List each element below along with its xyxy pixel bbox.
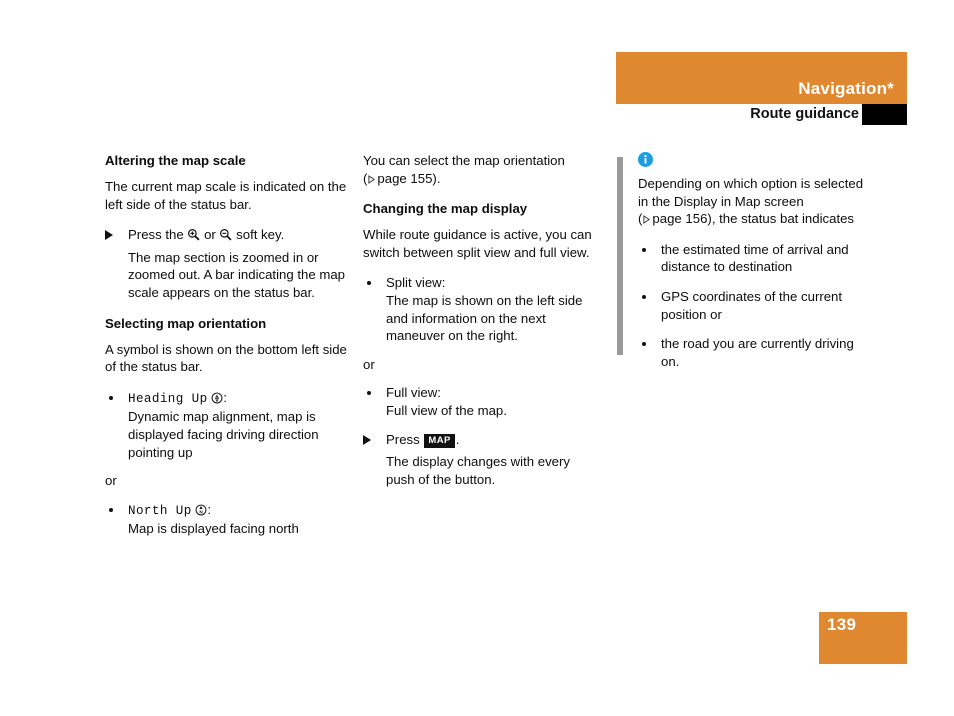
left-text-column: Altering the map scale The current map s… [105,152,348,549]
heading-altering-map-scale: Altering the map scale [105,153,246,168]
term-split-view: Split view: [386,275,446,291]
paragraph-split-full-view: While route guidance is active, you can … [363,227,592,260]
step-text-press: Press [386,431,420,447]
bullet-dot-icon [109,395,113,400]
step-press-map-key: Press MAP. [363,431,599,449]
text-heading-up-description: Dynamic map alignment, map is displayed … [128,409,319,460]
step-text-middle: or [204,227,216,243]
term-heading-up: Heading Up [128,391,208,406]
list-item-split-view: Split view: The map is shown on the left… [363,274,599,344]
list-item-north-up: North Up N : Map is displayed facing nor… [105,501,348,538]
note-list-item: the estimated time of arrival and distan… [638,241,870,276]
note-list-item: the road you are currently driving on. [638,335,870,370]
note-xref-label-page-156[interactable]: page 156 [652,211,707,226]
step-text-before: Press the [128,227,184,243]
chapter-thumb-tab [862,104,907,125]
header-accent-bar: Navigation* [616,52,907,104]
section-subtitle: Route guidance [750,106,859,122]
bullet-dot-icon [642,247,646,252]
step-text-after: soft key. [236,227,285,243]
magnifier-plus-icon [187,228,200,241]
text-north-up-description: Map is displayed facing north [128,521,299,537]
note-line2: in the Display in Map screen [638,193,804,209]
step-triangle-icon [363,434,371,445]
note-bullet-text: the estimated time of arrival and distan… [661,241,849,275]
step-text-period: . [455,431,460,447]
bullet-dot-icon [642,294,646,299]
heading-changing-map-display: Changing the map display [363,201,528,217]
paragraph-select-map-orientation: You can select the map orientation ( page… [363,152,599,187]
map-hardkey-badge[interactable]: MAP [424,433,455,448]
svg-text:N: N [200,509,204,514]
paragraph-symbol-status-bar: A symbol is shown on the bottom left sid… [105,341,347,375]
middle-text-column: You can select the map orientation ( page… [363,152,599,501]
paragraph-map-scale-intro: The current map scale is indicated on th… [105,179,347,212]
manual-page: Navigation* Route guidance Altering the … [0,0,954,716]
heading-selecting-map-orientation: Selecting map orientation [105,315,267,331]
note-box: Depending on which option is selected in… [638,152,870,382]
compass-heading-up-icon [211,392,223,404]
header-subtitle-row: Route guidance [616,104,907,125]
step-triangle-icon [105,230,113,241]
note-paragraph: Depending on which option is selected in… [638,175,870,228]
text-full-view-description: Full view of the map. [386,402,507,418]
info-icon [638,152,653,167]
step-press-soft-key: Press the or soft key. [105,226,348,244]
step-result-map-key: The display changes with every push of t… [386,454,570,487]
xref-paren-open: ( [363,170,368,186]
note-bullet-text: the road you are currently driving on. [661,336,854,369]
bullet-dot-icon [642,342,646,347]
list-item-full-view: Full view: Full view of the map. [363,384,599,419]
cross-reference-triangle-icon [643,215,651,225]
text-split-view-description: The map is shown on the left side and in… [386,292,583,344]
term-north-up: North Up [128,503,192,518]
or-separator-middle: or [363,356,375,372]
term-heading-up-colon: : [223,389,227,405]
bullet-dot-icon [367,391,371,396]
step-result-map-scale: The map section is zoomed in or zoomed o… [128,249,345,300]
list-item-heading-up: Heading Up : Dynamic map alignment, map … [105,389,348,461]
magnifier-minus-icon [219,228,232,241]
page-title: Navigation* [798,79,894,98]
xref-paren-close: ). [432,170,441,186]
term-full-view: Full view: [386,385,441,401]
note-xref-close: ), the status bat indicates [707,211,855,227]
note-list-item: GPS coordinates of the current position … [638,288,870,323]
bullet-dot-icon [109,507,113,512]
compass-north-up-icon: N [195,504,207,516]
xref-label-page-155[interactable]: page 155 [377,171,432,186]
cross-reference-triangle-icon [368,174,376,184]
bullet-dot-icon [367,281,371,286]
note-vertical-rule [617,157,623,355]
page-number: 139 [827,615,857,634]
note-bullet-text: GPS coordinates of the current position … [661,288,843,322]
term-north-up-colon: : [207,501,212,517]
text-select-orientation: You can select the map orientation [363,153,565,168]
page-number-box: 139 [819,612,907,664]
or-separator-left: or [105,473,117,489]
note-line1: Depending on which option is selected [638,176,864,191]
note-xref-paren-open: ( [638,211,643,227]
